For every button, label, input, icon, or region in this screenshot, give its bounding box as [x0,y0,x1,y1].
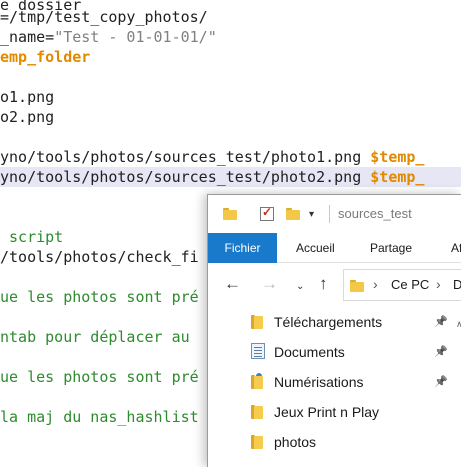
new-folder-icon[interactable] [286,208,300,220]
pin-icon[interactable]: 📌 [434,375,448,388]
pin-icon[interactable]: 📌 [434,345,448,358]
navigation-pane: Téléchargements 📌 Documents 📌 Numérisations 📌… [208,307,461,467]
breadcrumb-drive[interactable]: D [453,277,461,292]
code-line[interactable] [0,67,461,87]
folder-icon [251,315,265,329]
scan-folder-icon [251,372,265,389]
code-line[interactable]: o2.png [0,107,461,127]
code-token: yno/tools/photos/sources_test/photo2.png [0,168,371,186]
code-line[interactable]: _name="Test - 01-01-01/" [0,27,461,47]
code-token: =/tmp/test_copy_photos/ [0,8,208,26]
scan-badge-icon [255,372,263,380]
code-token: $temp_ [370,148,425,166]
code-line[interactable]: yno/tools/photos/sources_test/photo2.png… [0,167,461,187]
code-line[interactable]: o1.png [0,87,461,107]
code-token: _name= [0,28,55,46]
code-token: o1.png [0,88,55,106]
code-line[interactable]: =/tmp/test_copy_photos/ [0,7,461,27]
navigation-bar: ← → ⌄ ↑ › Ce PC › D [208,263,461,307]
code-token: ue les photos sont pré [0,368,199,386]
code-token: o2.png [0,108,55,126]
window-title: sources_test [338,206,412,221]
code-token: /tools/photos/check_fi [0,248,199,266]
nav-pane-item-label: Numérisations [274,374,364,390]
file-explorer-window[interactable]: ✓ ▾ sources_test Fichier Accueil Partage… [207,194,461,467]
quick-access-dropdown-icon[interactable]: ▾ [309,209,314,220]
code-token: "Test - 01-01-01/" [54,28,217,46]
title-separator [329,205,330,223]
folder-icon [350,280,364,292]
code-token: yno/tools/photos/sources_test/photo1.png [0,148,371,166]
nav-pane-item-label: photos [274,434,317,450]
recent-locations-chevron-icon[interactable]: ⌄ [296,281,304,292]
tab-affichage[interactable]: Af [451,233,461,263]
nav-pane-item[interactable]: Téléchargements 📌 [208,307,461,337]
nav-pane-item[interactable]: Documents 📌 [208,337,461,367]
code-token: $temp_ [370,168,425,186]
back-arrow-icon[interactable]: ← [224,275,241,293]
folder-icon [223,208,237,220]
properties-icon[interactable]: ✓ [260,205,274,221]
scroll-up-icon[interactable]: ∧ [456,319,461,330]
nav-pane-item-label: Documents [274,344,345,360]
code-token: ue les photos sont pré [0,288,199,306]
document-icon [251,343,265,359]
code-token: script [0,228,64,246]
address-bar[interactable]: › Ce PC › D [343,269,461,301]
code-line[interactable]: yno/tools/photos/sources_test/photo1.png… [0,147,461,167]
tab-fichier[interactable]: Fichier [208,233,277,263]
nav-pane-item-label: Téléchargements [274,314,383,330]
nav-pane-item[interactable]: Numérisations 📌 [208,367,461,397]
nav-pane-item-label: Jeux Print n Play [274,404,380,420]
title-bar: ✓ ▾ sources_test [208,195,461,233]
tab-partage[interactable]: Partage [370,233,412,263]
pin-icon[interactable]: 📌 [434,315,448,328]
forward-arrow-icon[interactable]: → [261,275,278,293]
code-line[interactable] [0,127,461,147]
nav-pane-item[interactable]: photos [208,427,461,457]
breadcrumb-separator-icon[interactable]: › [373,276,378,292]
nav-pane-item[interactable]: Jeux Print n Play [208,397,461,427]
code-token: ntab pour déplacer au [0,328,190,346]
breadcrumb-separator-icon[interactable]: › [436,276,441,292]
code-line[interactable]: emp_folder [0,47,461,67]
code-token: la maj du nas_hashlist [0,408,199,426]
code-token: emp_folder [0,48,91,66]
folder-icon [251,435,265,449]
tab-accueil[interactable]: Accueil [296,233,335,263]
up-arrow-icon[interactable]: ↑ [319,275,328,293]
breadcrumb-ce-pc[interactable]: Ce PC [391,277,429,292]
ribbon-tabs: Fichier Accueil Partage Af [208,233,461,263]
folder-icon [251,405,265,419]
